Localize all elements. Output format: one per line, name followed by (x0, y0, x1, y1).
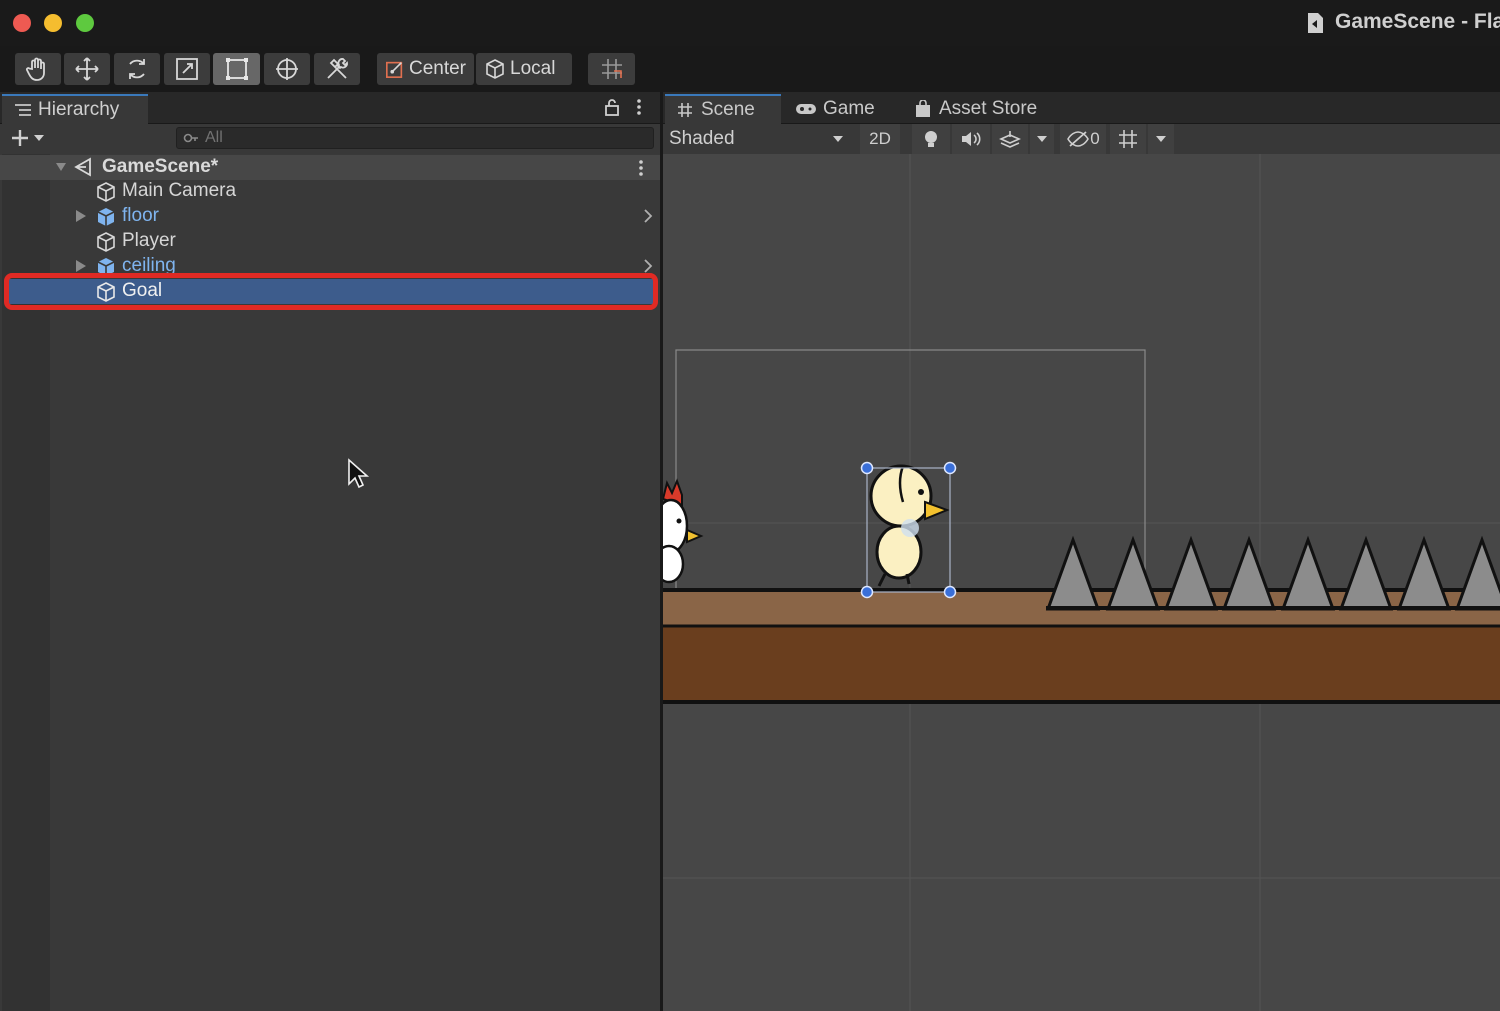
expand-arrow-icon[interactable] (76, 260, 86, 272)
transform-tool-button[interactable] (264, 53, 310, 85)
grid-hash-icon (678, 103, 692, 117)
chevron-down-icon (1037, 136, 1047, 142)
window-title: GameScene - Fla (1335, 10, 1500, 33)
pivot-rotation-label: Local (510, 58, 556, 79)
scene-root-row[interactable]: GameScene* (0, 155, 660, 180)
lock-icon[interactable] (604, 98, 620, 116)
search-icon (183, 133, 198, 143)
hidden-objects-toggle[interactable]: 0 (1060, 124, 1106, 154)
move-icon (75, 57, 99, 81)
scene-canvas[interactable] (663, 154, 1500, 1011)
zoom-window-button[interactable] (76, 14, 94, 32)
effects-dropdown[interactable] (1030, 124, 1054, 154)
floor-body (663, 626, 1500, 702)
selection-highlight-annotation (4, 273, 658, 310)
create-object-button[interactable] (8, 127, 52, 149)
effects-layers-icon (999, 131, 1021, 148)
tab-label: Scene (701, 99, 755, 120)
lighting-toggle[interactable] (912, 124, 950, 154)
scene-name: GameScene* (102, 156, 219, 177)
minimize-window-button[interactable] (44, 14, 62, 32)
hierarchy-item-main-camera[interactable]: Main Camera (0, 179, 660, 204)
grid-snap-icon (601, 59, 622, 79)
hierarchy-search-field[interactable]: All (176, 127, 654, 149)
close-window-button[interactable] (13, 14, 31, 32)
custom-tools-icon (327, 58, 348, 79)
unity-scene-icon (74, 157, 91, 177)
scale-icon (176, 58, 198, 80)
tab-asset-store[interactable]: Asset Store (905, 94, 1055, 124)
tab-label: Asset Store (939, 98, 1038, 119)
chevron-down-icon (1156, 136, 1166, 142)
gameobject-cube-icon (97, 232, 115, 252)
gizmo-grid-icon (1119, 130, 1137, 148)
tab-scene[interactable]: Scene (665, 94, 781, 124)
item-name: floor (122, 205, 159, 226)
shopping-bag-icon (916, 100, 930, 117)
scale-tool-button[interactable] (164, 53, 210, 85)
unity-scene-icon (1308, 13, 1323, 33)
tab-hierarchy[interactable]: Hierarchy (2, 94, 148, 124)
chevron-right-icon[interactable] (642, 208, 654, 224)
item-name: Player (122, 230, 176, 251)
chevron-right-icon[interactable] (642, 258, 654, 274)
search-placeholder: All (205, 129, 223, 146)
hierarchy-item-floor[interactable]: floor (0, 204, 660, 229)
expand-arrow-icon[interactable] (76, 210, 86, 222)
expand-arrow-icon[interactable] (55, 162, 67, 172)
custom-tools-button[interactable] (314, 53, 360, 85)
hierarchy-list-icon (15, 104, 31, 116)
mouse-cursor-icon (348, 458, 370, 489)
plus-icon (12, 130, 28, 146)
transform-icon (276, 58, 298, 80)
effects-toggle[interactable] (992, 124, 1028, 154)
item-name: Main Camera (122, 180, 237, 201)
gameobject-cube-icon (97, 182, 115, 202)
rotate-icon (129, 59, 145, 79)
title-bar: GameScene - Fla (0, 0, 1500, 46)
scene-menu-icon[interactable] (636, 159, 646, 177)
hand-icon (26, 57, 45, 81)
chevron-down-icon (34, 135, 44, 141)
gizmos-toggle[interactable] (1110, 124, 1146, 154)
local-cube-icon (486, 59, 504, 79)
scene-viewport[interactable] (663, 154, 1500, 1011)
pivot-mode-toggle[interactable]: Center (377, 53, 474, 85)
mode-2d-toggle[interactable]: 2D (860, 124, 900, 154)
move-tool-button[interactable] (64, 53, 110, 85)
pivot-mode-label: Center (408, 58, 466, 79)
rect-tool-button[interactable] (213, 53, 260, 85)
pivot-center-icon (385, 61, 403, 78)
pivot-rotation-toggle[interactable]: Local (476, 53, 572, 85)
mode-2d-label: 2D (869, 129, 891, 148)
grid-snap-button[interactable] (588, 53, 635, 85)
tab-label: Game (823, 98, 875, 119)
gamepad-icon (796, 104, 816, 114)
audio-toggle[interactable] (952, 124, 990, 154)
panel-menu-icon[interactable] (634, 98, 644, 116)
rotate-tool-button[interactable] (114, 53, 160, 85)
eye-slash-icon (1067, 131, 1090, 147)
chick-sprite (869, 464, 950, 587)
hidden-count: 0 (1090, 129, 1100, 148)
speaker-icon (962, 132, 981, 146)
chicken-sprite (663, 478, 704, 584)
hierarchy-tab-label: Hierarchy (38, 99, 120, 120)
shading-mode-dropdown[interactable]: Shaded (663, 124, 853, 154)
gizmos-dropdown[interactable] (1148, 124, 1174, 154)
prefab-cube-icon (97, 208, 115, 226)
rect-icon (225, 58, 248, 80)
hand-tool-button[interactable] (15, 53, 61, 85)
tab-game[interactable]: Game (785, 94, 895, 124)
shading-mode-label: Shaded (669, 128, 735, 149)
lightbulb-icon (925, 131, 937, 147)
hierarchy-item-player[interactable]: Player (0, 229, 660, 254)
chevron-down-icon (833, 136, 843, 142)
